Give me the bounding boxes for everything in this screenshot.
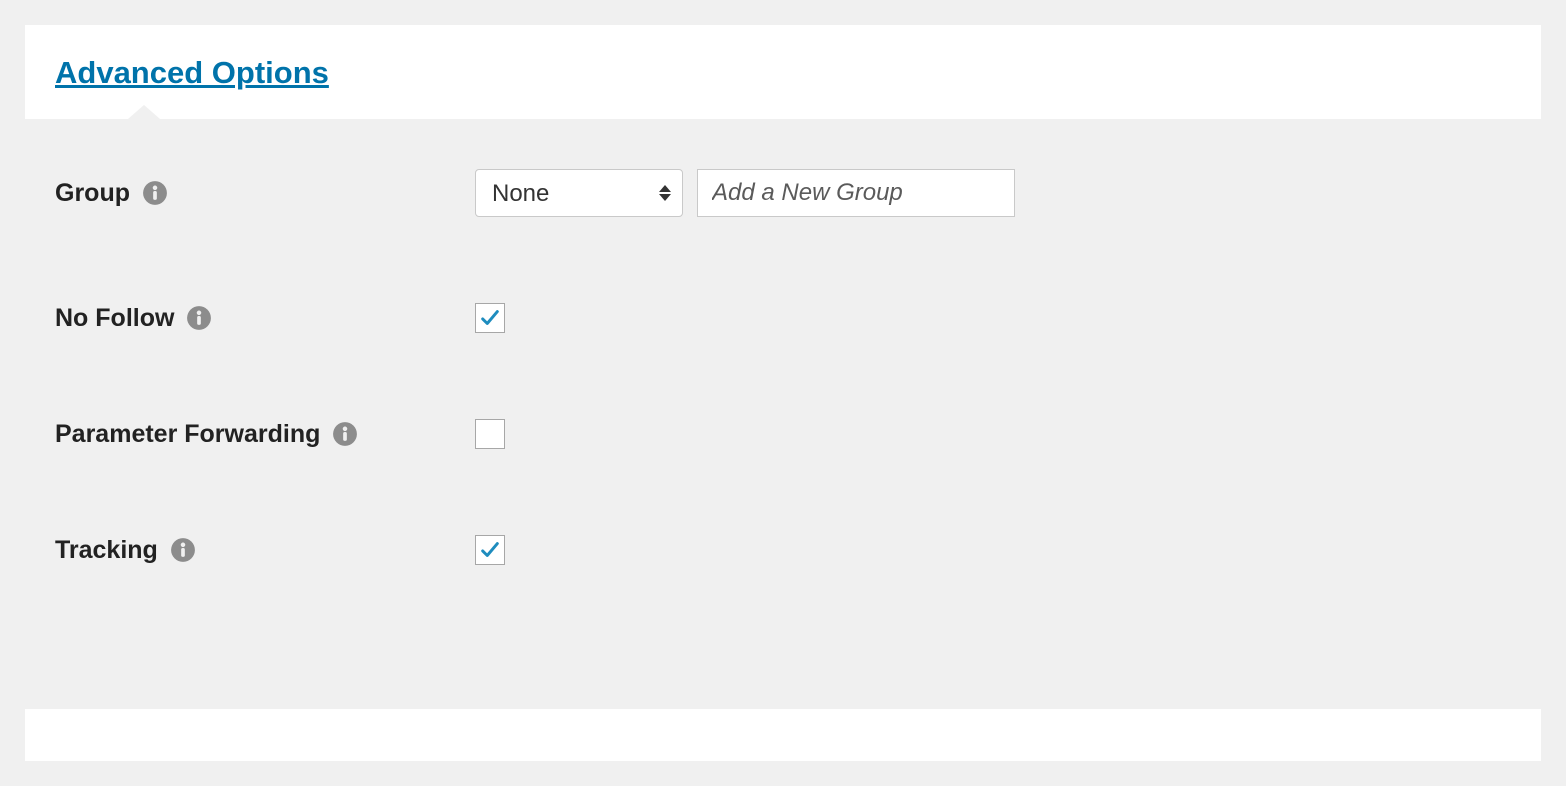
add-group-input[interactable] [697, 169, 1015, 217]
info-icon[interactable] [332, 421, 358, 447]
group-row: Group None [55, 169, 1511, 217]
param-forwarding-label-col: Parameter Forwarding [55, 420, 475, 449]
param-forwarding-checkbox[interactable] [475, 419, 505, 449]
group-controls: None [475, 169, 1015, 217]
group-select-wrap: None [475, 169, 683, 217]
settings-panel: Group None [25, 119, 1541, 709]
info-icon[interactable] [142, 180, 168, 206]
tracking-control [475, 535, 505, 565]
group-label: Group [55, 179, 130, 208]
tracking-checkbox[interactable] [475, 535, 505, 565]
group-select[interactable]: None [475, 169, 683, 217]
tracking-label-col: Tracking [55, 536, 475, 565]
tracking-row: Tracking [55, 535, 1511, 565]
param-forwarding-row: Parameter Forwarding [55, 419, 1511, 449]
panel-wrapper: Group None [25, 119, 1541, 709]
param-forwarding-label: Parameter Forwarding [55, 420, 320, 449]
section-header: Advanced Options [25, 25, 1541, 119]
param-forwarding-control [475, 419, 505, 449]
info-icon[interactable] [186, 305, 212, 331]
nofollow-control [475, 303, 505, 333]
tracking-label: Tracking [55, 536, 158, 565]
panel-notch [128, 105, 160, 119]
group-label-col: Group [55, 179, 475, 208]
settings-card: Advanced Options Group None [25, 25, 1541, 761]
info-icon[interactable] [170, 537, 196, 563]
nofollow-label: No Follow [55, 304, 174, 333]
nofollow-label-col: No Follow [55, 304, 475, 333]
nofollow-row: No Follow [55, 303, 1511, 333]
advanced-options-link[interactable]: Advanced Options [55, 55, 329, 91]
nofollow-checkbox[interactable] [475, 303, 505, 333]
